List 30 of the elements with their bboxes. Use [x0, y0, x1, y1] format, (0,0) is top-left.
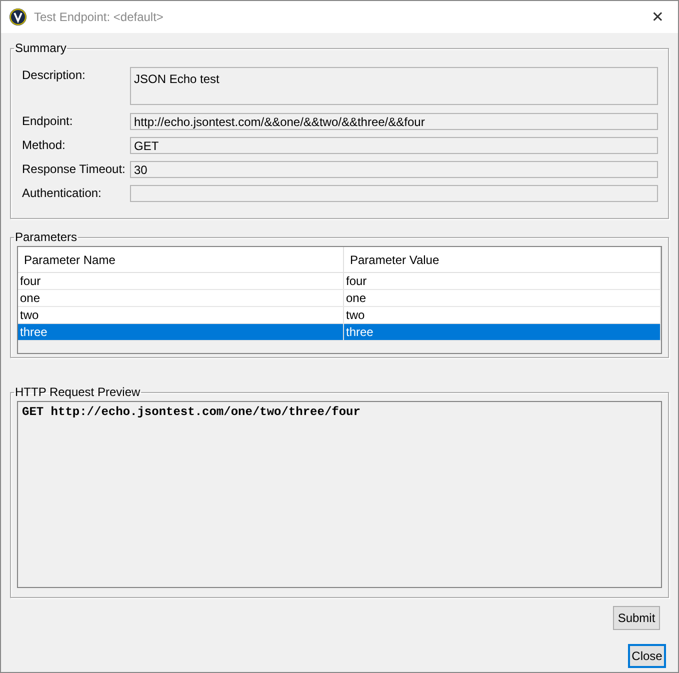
- table-cell: one: [18, 290, 344, 306]
- close-button[interactable]: Close: [628, 644, 666, 668]
- field-label: Response Timeout:: [22, 161, 126, 176]
- group-title: HTTP Request Preview: [14, 385, 142, 399]
- text-area[interactable]: JSON Echo test: [130, 67, 658, 105]
- table-cell: four: [18, 273, 344, 289]
- field-label: Authentication:: [22, 185, 102, 200]
- input-field[interactable]: GET: [130, 137, 658, 154]
- input-field[interactable]: [130, 185, 658, 202]
- group-title: Parameters: [14, 230, 78, 244]
- window-title: Test Endpoint: <default>: [34, 10, 164, 24]
- table-row[interactable]: three three: [18, 324, 661, 341]
- request-preview-text: GET http://echo.jsontest.com/one/two/three/four: [22, 405, 360, 419]
- table-cell: three: [344, 324, 661, 340]
- submit-button[interactable]: Submit: [613, 606, 660, 630]
- table-cell: two: [18, 307, 344, 323]
- group-title: Summary: [14, 41, 68, 55]
- app-logo-icon: [9, 8, 27, 26]
- table-cell: four: [344, 273, 661, 289]
- table-cell: two: [344, 307, 661, 323]
- field-label: Endpoint:: [22, 113, 74, 128]
- input-field[interactable]: 30: [130, 161, 658, 178]
- table-row[interactable]: two two: [18, 307, 661, 324]
- field-label: Description:: [22, 67, 86, 82]
- table-row[interactable]: four four: [18, 273, 661, 290]
- table-cell: one: [344, 290, 661, 306]
- field-label: Method:: [22, 137, 66, 152]
- input-field[interactable]: http://echo.jsontest.com/&&one/&&two/&&three/&&four: [130, 113, 658, 130]
- table-row[interactable]: one one: [18, 290, 661, 307]
- table-cell: three: [18, 324, 344, 340]
